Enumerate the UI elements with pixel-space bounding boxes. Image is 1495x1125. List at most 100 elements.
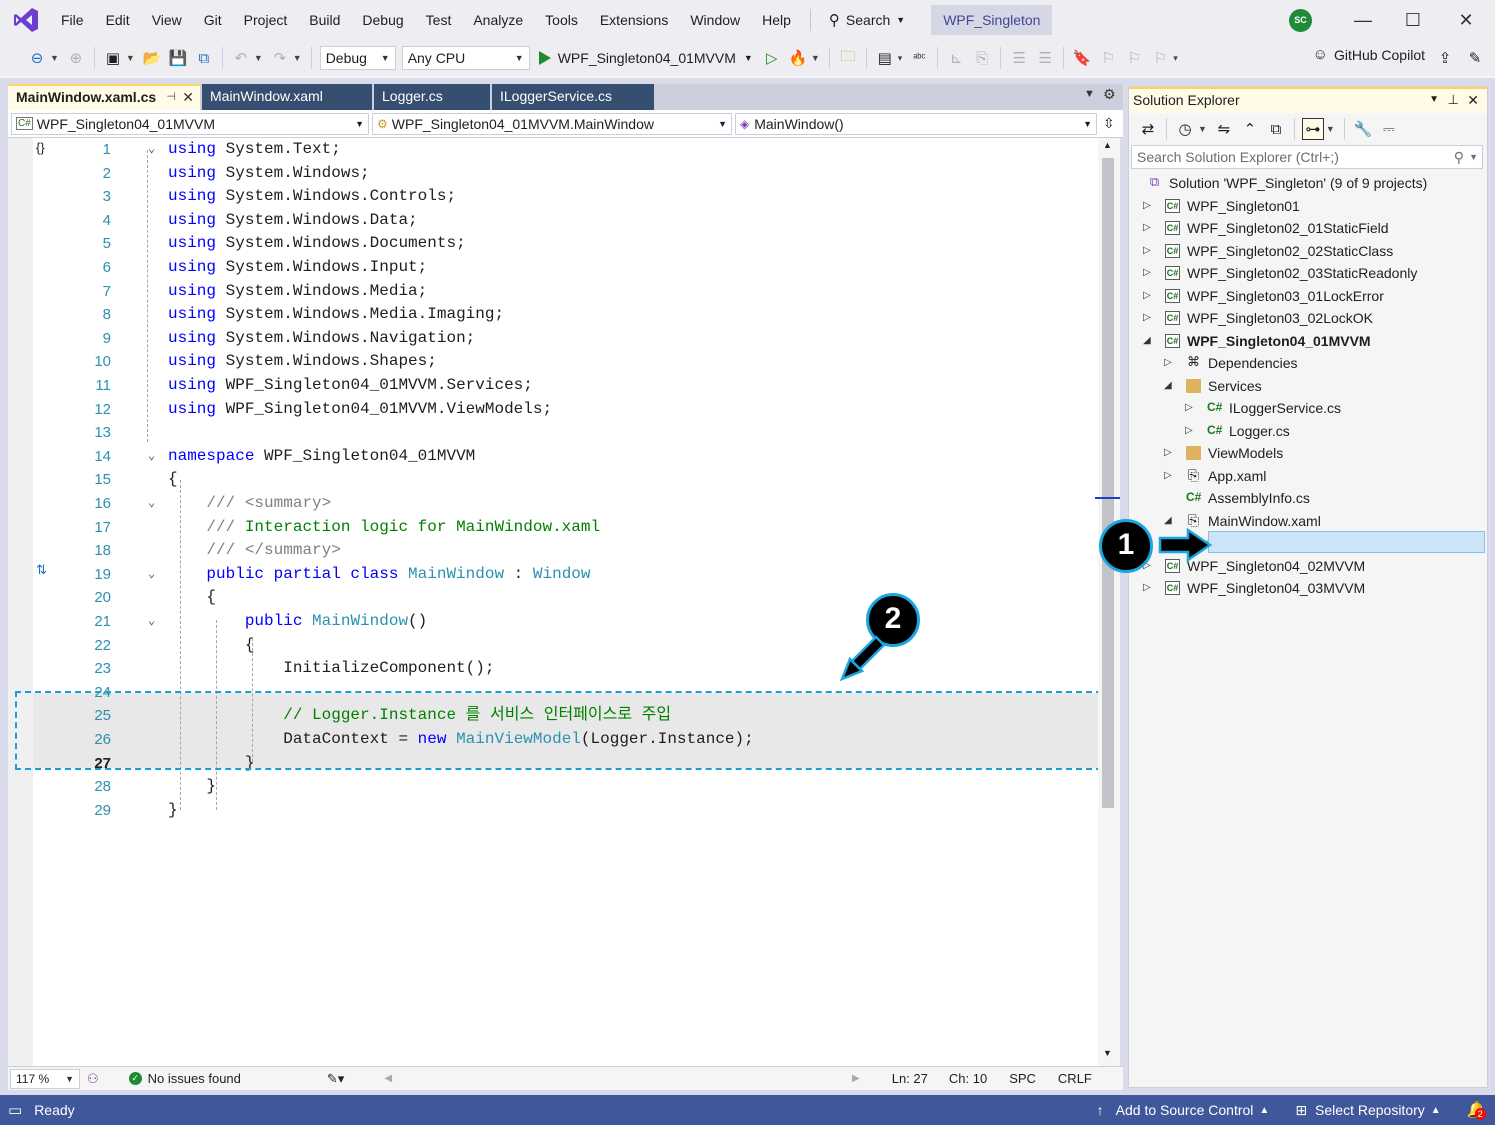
expand-arrow-icon[interactable]: ▷	[1143, 285, 1151, 308]
tree-item[interactable]: ▷ C# WPF_Singleton02_03StaticReadonly	[1129, 262, 1487, 285]
preview-icon[interactable]: ⎓	[1378, 118, 1400, 140]
horizontal-scroll-left-icon[interactable]: ◀	[384, 1073, 392, 1084]
menu-file[interactable]: File	[50, 5, 95, 35]
chevron-down-icon[interactable]: ▼	[254, 53, 263, 63]
expand-arrow-icon[interactable]: ▷	[1143, 577, 1151, 600]
redo-icon[interactable]: ↷	[269, 47, 291, 69]
chevron-down-icon[interactable]: ▼	[293, 53, 302, 63]
member-dropdown[interactable]: ◈ MainWindow() ▼	[735, 112, 1097, 135]
menu-extensions[interactable]: Extensions	[589, 5, 679, 35]
maximize-button[interactable]: ☐	[1390, 5, 1436, 35]
chevron-down-icon[interactable]: ▾	[898, 53, 903, 64]
clear-bookmarks-icon[interactable]: ⚐	[1149, 47, 1171, 69]
new-project-icon[interactable]: ▣	[102, 47, 124, 69]
github-copilot-button[interactable]: ☺ GitHub Copilot	[1313, 46, 1425, 63]
select-repository-button[interactable]: Select Repository	[1315, 1102, 1425, 1118]
minimize-button[interactable]: —	[1340, 5, 1386, 35]
horizontal-scroll-right-icon[interactable]: ▶	[852, 1073, 860, 1084]
chevron-down-icon[interactable]: ▼	[126, 53, 135, 63]
show-all-files-icon[interactable]: ⧉	[1265, 118, 1287, 140]
tree-item[interactable]: ▷ C# ILoggerService.cs	[1129, 397, 1487, 420]
go-to-base-icon[interactable]: ⇅	[36, 562, 47, 578]
start-debugging-button[interactable]: WPF_Singleton04_01MVVM ▼	[533, 45, 759, 71]
chevron-down-icon[interactable]: ▾	[1173, 53, 1178, 64]
collapse-all-icon[interactable]: ⌃	[1239, 118, 1261, 140]
expand-arrow-icon[interactable]: ▷	[1143, 217, 1151, 240]
menu-test[interactable]: Test	[415, 5, 463, 35]
expand-arrow-icon[interactable]: ▷	[1164, 442, 1172, 465]
chevron-down-icon[interactable]: ▼	[811, 53, 820, 63]
menu-git[interactable]: Git	[193, 5, 233, 35]
tree-item[interactable]: ▷ C# WPF_Singleton02_01StaticField	[1129, 217, 1487, 240]
browse-folder-icon[interactable]: 🗀	[837, 47, 859, 69]
tree-item[interactable]: ▷ ⌘ Dependencies	[1129, 352, 1487, 375]
scroll-down-icon[interactable]: ▼	[1103, 1048, 1112, 1058]
tree-item[interactable]: ⧉ Solution 'WPF_Singleton' (9 of 9 projec…	[1129, 172, 1487, 195]
undo-icon[interactable]: ↶	[230, 47, 252, 69]
collapse-region-icon[interactable]: ⌄	[148, 563, 155, 587]
share-icon[interactable]: ⇪	[1434, 47, 1456, 69]
navigate-forward-icon[interactable]: ⊕	[65, 47, 87, 69]
expand-arrow-icon[interactable]: ▷	[1143, 195, 1151, 218]
close-window-button[interactable]: ✕	[1443, 5, 1489, 35]
tab-list-dropdown-icon[interactable]: ▼	[1084, 88, 1095, 100]
chevron-down-icon[interactable]: ▼	[1198, 124, 1207, 134]
type-dropdown[interactable]: ⚙ WPF_Singleton04_01MVVM.MainWindow ▼	[372, 112, 732, 135]
line-indicator[interactable]: Ln: 27	[892, 1071, 928, 1086]
code-map-icon[interactable]: {}	[36, 140, 45, 155]
line-ending-indicator[interactable]: CRLF	[1058, 1071, 1092, 1086]
expand-arrow-icon[interactable]: ▷	[1185, 397, 1193, 420]
cleanup-icon[interactable]: ✎▾	[327, 1071, 344, 1087]
next-bookmark-icon[interactable]: ⚐	[1123, 47, 1145, 69]
pin-tab-icon[interactable]: ⊣	[166, 86, 176, 108]
pending-changes-icon[interactable]: ◷	[1174, 118, 1196, 140]
collapse-region-icon[interactable]: ⌄	[148, 445, 155, 469]
properties-icon[interactable]: 🔧	[1352, 118, 1374, 140]
collapse-region-icon[interactable]: ⌄	[148, 610, 155, 634]
project-dropdown[interactable]: C# WPF_Singleton04_01MVVM ▼	[11, 112, 369, 135]
tree-item[interactable]: ▷ C# Logger.cs	[1129, 420, 1487, 443]
close-icon[interactable]: ✕	[1467, 89, 1479, 111]
tree-item[interactable]: ▷ ViewModels	[1129, 442, 1487, 465]
start-without-debugging-icon[interactable]: ▷	[761, 47, 783, 69]
collapse-region-icon[interactable]: ⌄	[148, 492, 155, 516]
tree-item[interactable]: ▷ C# WPF_Singleton02_02StaticClass	[1129, 240, 1487, 263]
output-window-icon[interactable]: ▭	[8, 1101, 22, 1119]
tree-item[interactable]: ▷ ⎘ App.xaml	[1129, 465, 1487, 488]
gear-icon[interactable]: ⚙	[1103, 86, 1116, 103]
expand-arrow-icon[interactable]: ▷	[1143, 262, 1151, 285]
menu-view[interactable]: View	[141, 5, 193, 35]
notifications-bell-icon[interactable]: 🔔2	[1467, 1100, 1487, 1120]
pin-icon[interactable]: ⊥	[1448, 89, 1459, 111]
tab-logger-cs[interactable]: Logger.cs	[374, 84, 490, 110]
solution-configuration-select[interactable]: Debug ▼	[319, 46, 396, 70]
save-all-icon[interactable]: ⧉	[193, 47, 215, 69]
outdent-icon[interactable]: ☰	[1008, 47, 1030, 69]
filter-icon[interactable]: ⊶	[1301, 118, 1324, 140]
solution-platform-select[interactable]: Any CPU ▼	[401, 46, 530, 70]
feedback-icon[interactable]: ✎	[1464, 47, 1486, 69]
menu-help[interactable]: Help	[751, 5, 802, 35]
code-editor[interactable]: 1 ⌄ using System.Text; 2 using System.Window…	[8, 138, 1120, 1066]
menu-edit[interactable]: Edit	[95, 5, 141, 35]
chevron-down-icon[interactable]: ▼	[1326, 124, 1335, 134]
tab-iloggerservice-cs[interactable]: ILoggerService.cs	[492, 84, 654, 110]
split-window-icon[interactable]: ⇳	[1103, 115, 1115, 132]
tree-item[interactable]: ▷ C# WPF_Singleton03_02LockOK	[1129, 307, 1487, 330]
open-file-icon[interactable]: 📂	[141, 47, 163, 69]
tab-mainwindow-xaml-cs[interactable]: MainWindow.xaml.cs ⊣ ✕	[8, 84, 200, 110]
tree-item[interactable]: ◢ C# WPF_Singleton04_01MVVM	[1129, 330, 1487, 353]
tree-item[interactable]: ▷ C# WPF_Singleton04_03MVVM	[1129, 577, 1487, 600]
window-position-icon[interactable]: ▼	[1429, 89, 1439, 111]
save-icon[interactable]: 💾	[167, 47, 189, 69]
spell-check-icon[interactable]: ᵃᵇᶜ	[908, 47, 930, 69]
zoom-select[interactable]: 117 % ▼	[10, 1068, 80, 1089]
search-button[interactable]: ⚲ Search ▼	[819, 5, 915, 35]
tree-item[interactable]: ◢ Services	[1129, 375, 1487, 398]
expand-arrow-icon[interactable]: ▷	[1185, 420, 1193, 443]
expand-arrow-icon[interactable]: ▷	[1164, 465, 1172, 488]
layout-icon[interactable]: ▤	[874, 47, 896, 69]
navigate-back-icon[interactable]: ⊖	[26, 47, 48, 69]
avatar[interactable]: SC	[1289, 9, 1312, 32]
sync-icon[interactable]: ⇋	[1213, 118, 1235, 140]
